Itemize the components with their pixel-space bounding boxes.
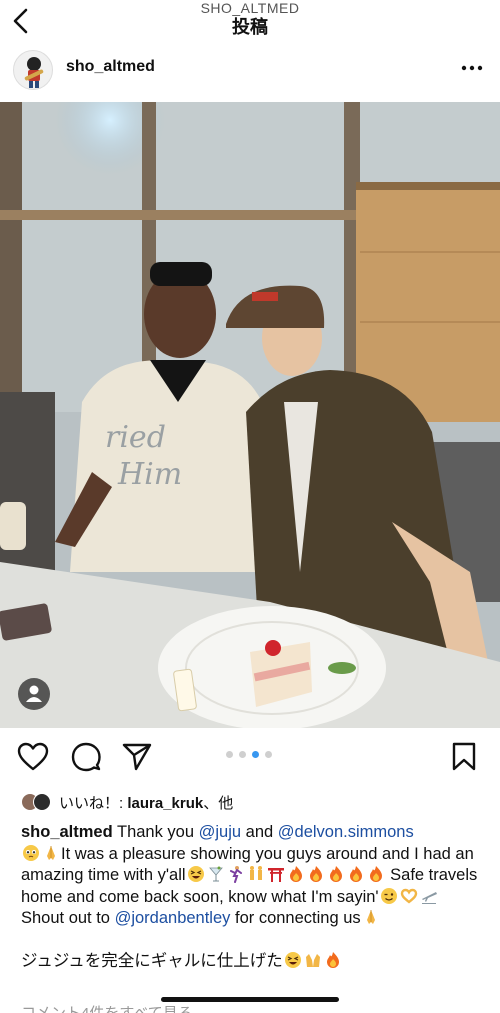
post-photo[interactable]: ried Him — [0, 102, 500, 728]
winking-face-emoji-icon — [380, 887, 397, 904]
dancers-emoji-icon — [249, 866, 262, 880]
fire-emoji-icon — [349, 866, 362, 882]
top-bar: SHO_ALTMED 投稿 — [0, 0, 500, 48]
bookmark-icon[interactable] — [452, 742, 476, 772]
share-icon[interactable] — [122, 742, 152, 772]
dancing-person-emoji-icon — [229, 866, 242, 883]
caption-text: Thank you — [112, 823, 199, 841]
post-username[interactable]: sho_altmed — [66, 58, 155, 76]
liker-avatar — [33, 793, 51, 811]
photo-illustration: ried Him — [0, 102, 500, 728]
comment-icon[interactable] — [71, 742, 101, 772]
torii-gate-emoji-icon — [267, 868, 284, 882]
carousel-dot-active — [252, 751, 259, 758]
folded-hands-emoji-icon — [366, 910, 375, 924]
tagged-people-button[interactable] — [18, 678, 50, 710]
mention-link[interactable]: @jordanbentley — [115, 909, 231, 927]
liker-username[interactable]: laura_kruk — [127, 795, 203, 812]
cocktail-emoji-icon — [208, 866, 223, 882]
caption-text: for connecting us — [230, 909, 361, 927]
pleading-face-emoji-icon — [23, 844, 39, 861]
page-title: 投稿 — [232, 17, 268, 37]
mention-link[interactable]: @juju — [199, 823, 241, 841]
likes-prefix: いいね！: — [59, 794, 128, 812]
avatar-illustration — [24, 57, 44, 88]
avatar[interactable] — [13, 50, 53, 90]
view-all-comments-link[interactable]: コメント4件をすべて見る — [21, 1002, 193, 1013]
fire-emoji-icon — [369, 866, 382, 882]
likes-row[interactable]: いいね！: laura_kruk、他 — [21, 790, 233, 814]
mention-link[interactable]: @delvon.simmons — [278, 823, 414, 841]
post-caption: sho_altmed Thank you @juju and @delvon.s… — [21, 822, 489, 973]
grinning-squinting-emoji-icon — [187, 866, 204, 882]
caption-text: Shout out to — [21, 909, 115, 927]
post-header: sho_altmed — [0, 48, 500, 100]
caption-text: ジュジュを完全にギャルに仕上げた — [21, 952, 283, 970]
fire-emoji-icon — [309, 866, 322, 882]
likes-text: いいね！: laura_kruk、他 — [59, 792, 233, 813]
svg-text:Him: Him — [117, 457, 182, 492]
carousel-indicator — [226, 751, 272, 758]
carousel-dot — [226, 751, 233, 758]
fire-emoji-icon — [329, 866, 342, 882]
carousel-dot — [239, 751, 246, 758]
fire-emoji-icon — [326, 952, 339, 968]
likes-suffix: 、他 — [203, 794, 234, 812]
folded-hands-emoji-icon — [47, 845, 55, 860]
heart-hands-emoji-icon — [400, 888, 417, 904]
fire-emoji-icon — [289, 866, 302, 882]
user-icon — [26, 685, 42, 702]
home-indicator — [161, 997, 339, 1002]
more-options-icon[interactable] — [460, 58, 484, 78]
caption-username[interactable]: sho_altmed — [21, 823, 113, 841]
airplane-departure-emoji-icon — [421, 891, 437, 904]
header-account-name: SHO_ALTMED — [200, 0, 300, 16]
post-actions — [0, 728, 500, 786]
raising-hands-emoji-icon — [305, 954, 320, 967]
caption-text: and — [241, 823, 278, 841]
carousel-dot — [265, 751, 272, 758]
grinning-squinting-emoji-icon — [284, 952, 301, 968]
heart-icon[interactable] — [17, 742, 49, 772]
svg-text:ried: ried — [105, 420, 166, 455]
